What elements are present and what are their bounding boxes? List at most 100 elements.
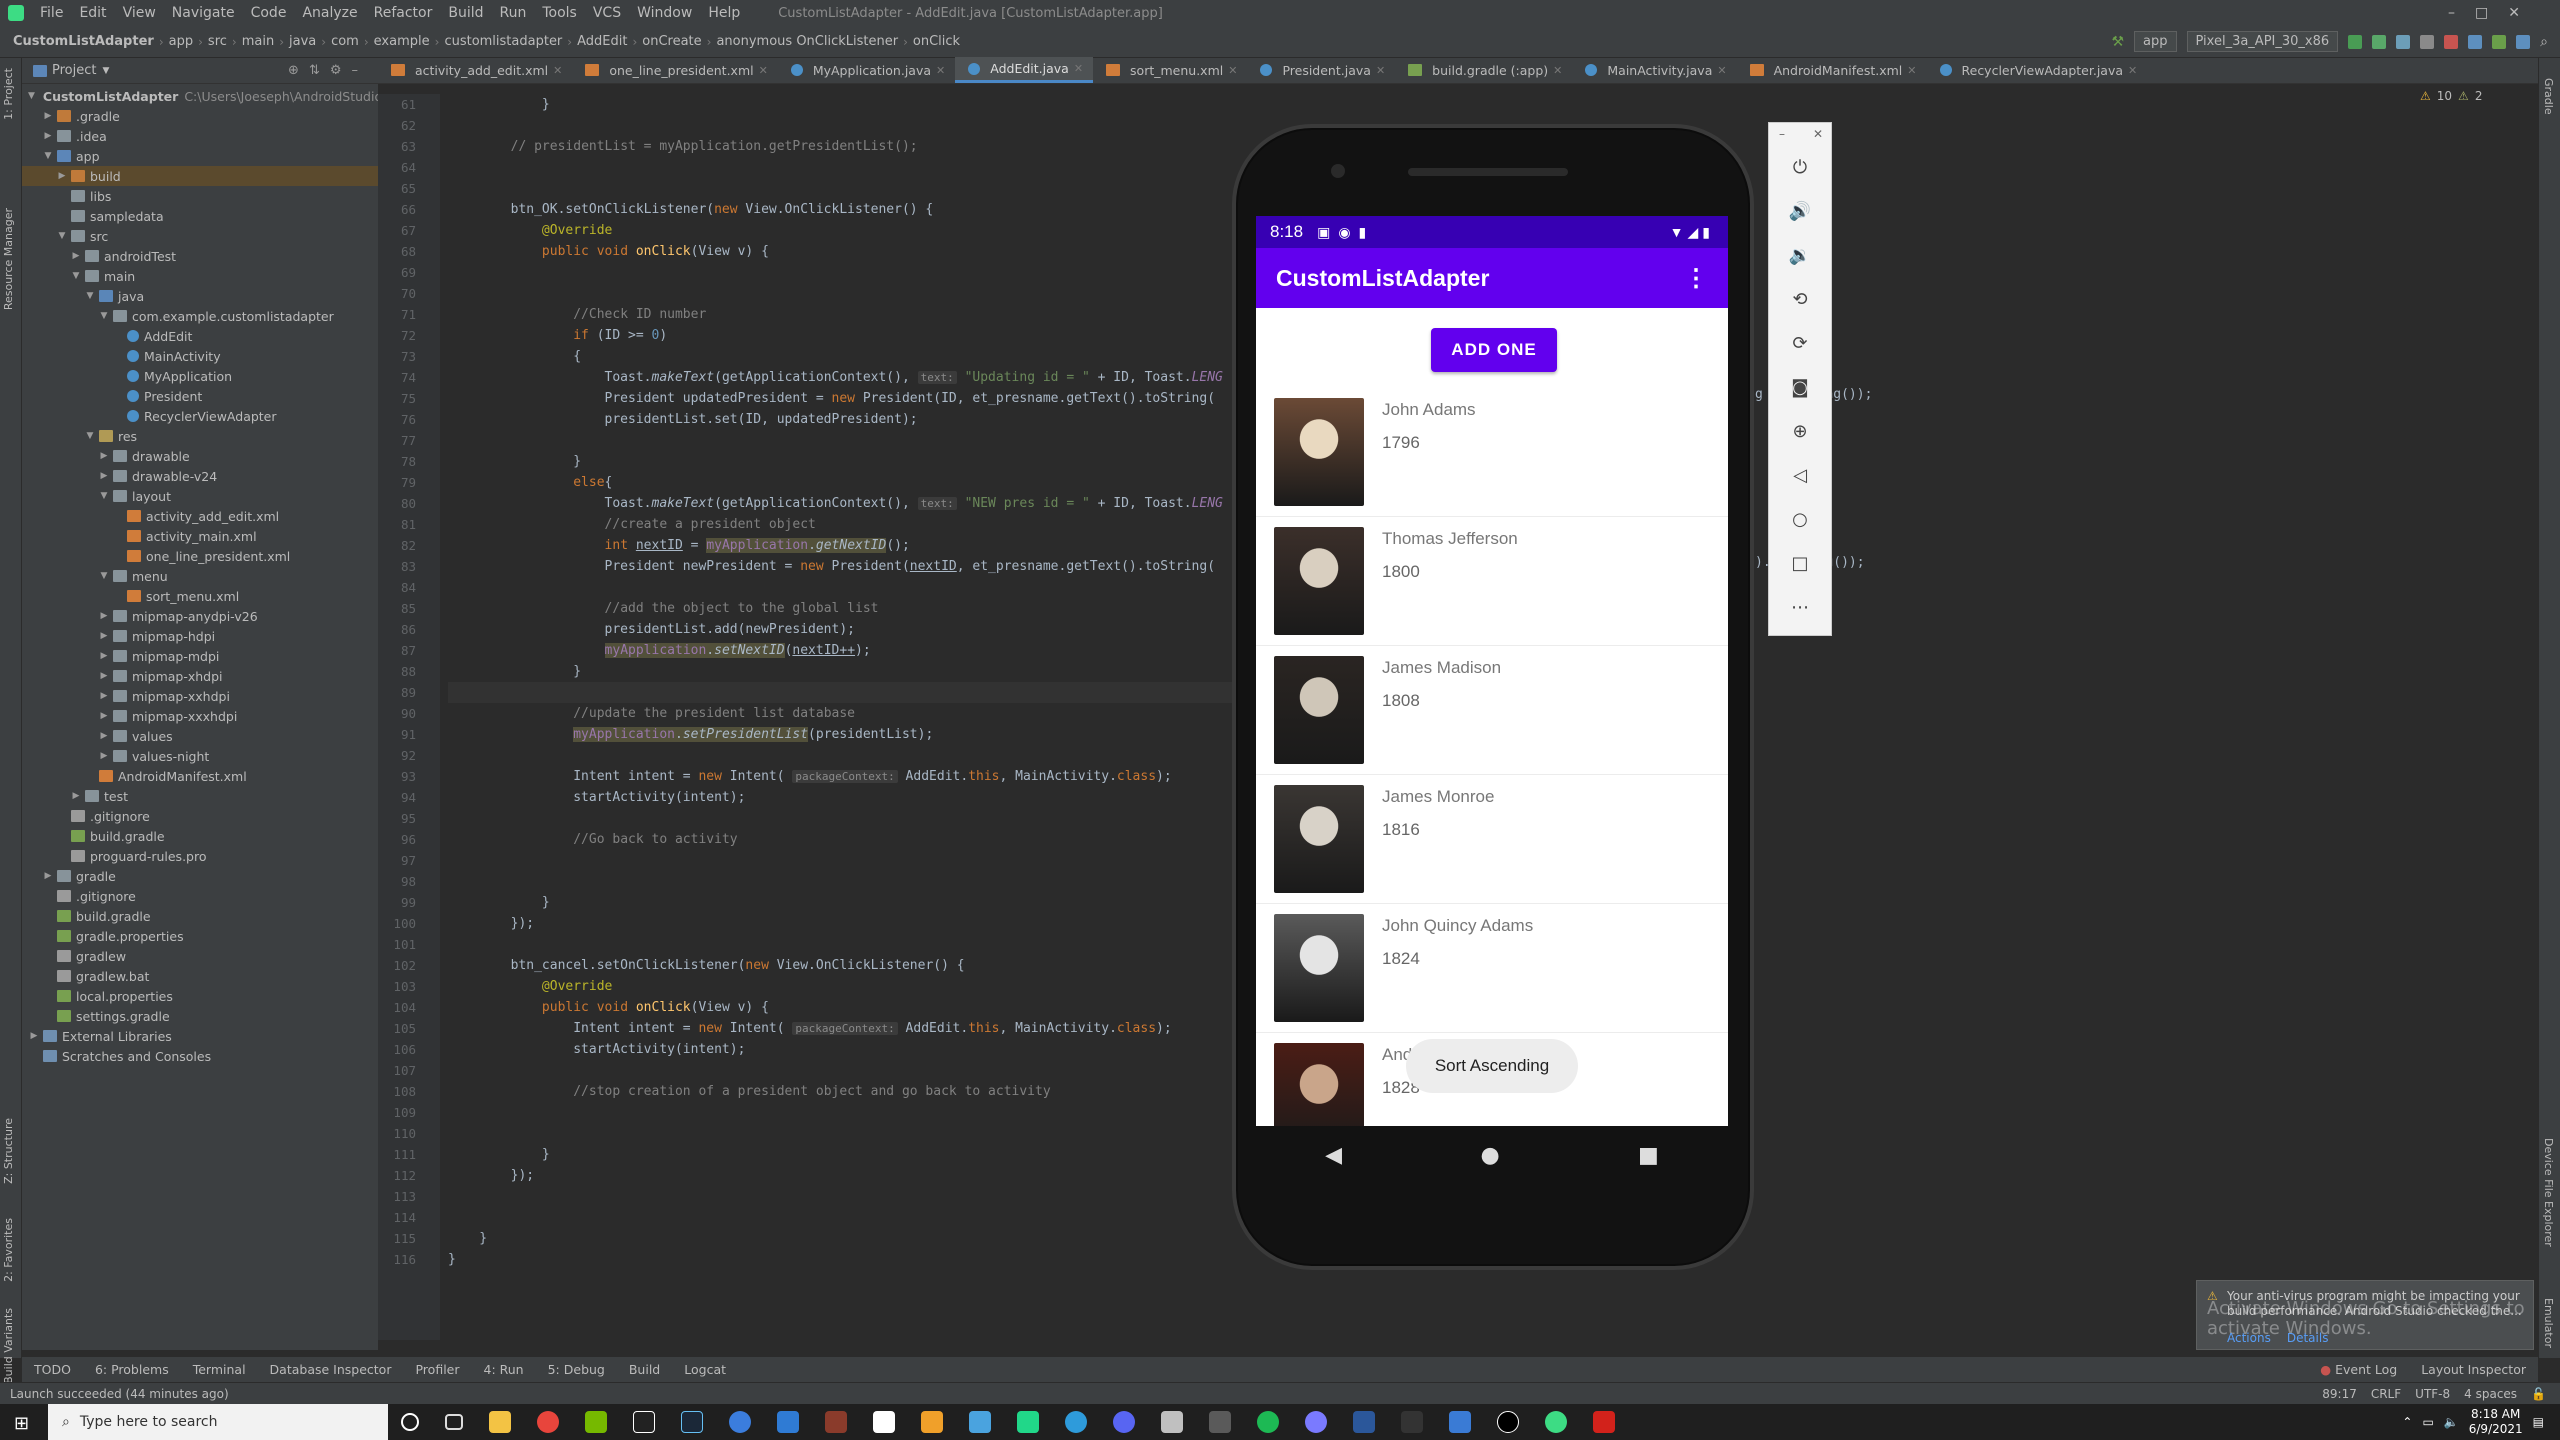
chevron-right-icon[interactable]: ▶ <box>98 671 110 681</box>
tree-item[interactable]: ▼ app <box>22 146 378 166</box>
menu-edit[interactable]: Edit <box>71 5 114 21</box>
breadcrumb-item[interactable]: app <box>164 34 198 49</box>
tree-item[interactable]: local.properties <box>22 986 378 1006</box>
tree-item[interactable]: RecyclerViewAdapter <box>22 406 378 426</box>
tree-item[interactable]: AddEdit <box>22 326 378 346</box>
tree-item[interactable]: one_line_president.xml <box>22 546 378 566</box>
tree-item[interactable]: ▶ values-night <box>22 746 378 766</box>
volume-icon[interactable]: 🔈 <box>2444 1415 2459 1429</box>
project-view-select[interactable]: Project <box>52 63 96 78</box>
tree-item[interactable]: ▶ mipmap-mdpi <box>22 646 378 666</box>
run-config-select[interactable]: app <box>2134 31 2177 52</box>
tree-item[interactable]: ▼ menu <box>22 566 378 586</box>
chevron-down-icon[interactable]: ▼ <box>98 311 110 321</box>
tree-item[interactable]: .gitignore <box>22 886 378 906</box>
cortana-icon[interactable] <box>401 1413 419 1431</box>
tree-item[interactable]: ▼ src <box>22 226 378 246</box>
chevron-down-icon[interactable]: ▼ <box>56 231 68 241</box>
power-icon[interactable]: ⏻ <box>1785 153 1815 183</box>
breadcrumb-item[interactable]: example <box>369 34 435 49</box>
bottom-tool-tab[interactable]: Terminal <box>181 1362 258 1377</box>
favorites-tab[interactable]: 2: Favorites <box>2 1218 15 1282</box>
app-icon[interactable] <box>729 1411 751 1433</box>
chevron-down-icon[interactable]: ▼ <box>84 431 96 441</box>
chevron-right-icon[interactable]: ▶ <box>28 1031 40 1041</box>
menu-help[interactable]: Help <box>700 5 748 21</box>
editor-tab[interactable]: AddEdit.java ✕ <box>955 57 1094 83</box>
menu-file[interactable]: File <box>32 5 71 21</box>
chevron-right-icon[interactable]: ▶ <box>98 471 110 481</box>
menu-vcs[interactable]: VCS <box>585 5 629 21</box>
president-row[interactable]: Thomas Jefferson 1800 <box>1256 517 1728 646</box>
project-tool-tab[interactable]: 1: Project <box>2 68 15 120</box>
steam-icon[interactable] <box>681 1411 703 1433</box>
breadcrumb-item[interactable]: onClick <box>908 34 965 49</box>
chevron-down-icon[interactable]: ▼ <box>42 151 54 161</box>
tree-item[interactable]: Scratches and Consoles <box>22 1046 378 1066</box>
president-row[interactable]: James Monroe 1816 <box>1256 775 1728 904</box>
chevron-down-icon[interactable]: ▼ <box>70 271 82 281</box>
sync-icon[interactable] <box>2468 34 2483 49</box>
chevron-down-icon[interactable]: ▼ <box>84 291 96 301</box>
overflow-menu-icon[interactable]: ⋮ <box>1684 264 1708 293</box>
app-icon[interactable] <box>969 1411 991 1433</box>
tree-item[interactable]: activity_add_edit.xml <box>22 506 378 526</box>
chevron-right-icon[interactable]: ▶ <box>70 791 82 801</box>
code-editor[interactable]: } // presidentList = myApplication.getPr… <box>440 94 1240 1340</box>
chevron-right-icon[interactable]: ▶ <box>98 751 110 761</box>
tree-item[interactable]: AndroidManifest.xml <box>22 766 378 786</box>
editor-tab[interactable]: build.gradle (:app) ✕ <box>1395 57 1572 83</box>
breadcrumb-item[interactable]: java <box>284 34 321 49</box>
debug-icon[interactable] <box>2372 34 2387 49</box>
bottom-tool-tab[interactable]: 4: Run <box>472 1362 536 1377</box>
tree-item[interactable]: gradle.properties <box>22 926 378 946</box>
chevron-down-icon[interactable]: ▼ <box>102 66 109 76</box>
back-icon[interactable]: ◁ <box>1785 461 1815 491</box>
layout-inspector-tab[interactable]: Layout Inspector <box>2409 1362 2538 1377</box>
pycharm-icon[interactable] <box>1017 1411 1039 1433</box>
tree-item[interactable]: libs <box>22 186 378 206</box>
volume-down-icon[interactable]: 🔉 <box>1785 241 1815 271</box>
build-variants-tab[interactable]: Build Variants <box>2 1308 15 1384</box>
overview-icon[interactable]: □ <box>1785 549 1815 579</box>
close-icon[interactable]: ✕ <box>553 64 562 77</box>
edge-icon[interactable] <box>1065 1411 1087 1433</box>
chevron-down-icon[interactable]: ▼ <box>98 491 110 501</box>
windows-start-icon[interactable]: ⊞ <box>14 1413 29 1434</box>
tree-item[interactable]: MainActivity <box>22 346 378 366</box>
mail-icon[interactable] <box>777 1411 799 1433</box>
hammer-icon[interactable]: ⚒ <box>2111 34 2124 50</box>
close-icon[interactable]: ✕ <box>1376 64 1385 77</box>
resource-manager-tab[interactable]: Resource Manager <box>2 208 15 310</box>
editor-tab[interactable]: sort_menu.xml ✕ <box>1093 57 1247 83</box>
maps-icon[interactable] <box>1449 1411 1471 1433</box>
chevron-right-icon[interactable]: ▶ <box>42 131 54 141</box>
menu-view[interactable]: View <box>115 5 164 21</box>
taskbar-search[interactable]: ⌕ Type here to search <box>48 1404 388 1440</box>
tree-item[interactable]: ▶ gradle <box>22 866 378 886</box>
close-icon[interactable]: ✕ <box>2128 64 2137 77</box>
chevron-right-icon[interactable]: ▶ <box>70 251 82 261</box>
close-icon[interactable]: ✕ <box>1907 64 1916 77</box>
structure-tab[interactable]: Z: Structure <box>2 1118 15 1184</box>
tree-item[interactable]: ▶ values <box>22 726 378 746</box>
chevron-down-icon[interactable]: ▼ <box>28 91 35 101</box>
indent-setting[interactable]: 4 spaces <box>2464 1387 2517 1401</box>
nvidia-icon[interactable] <box>585 1411 607 1433</box>
tree-item[interactable]: ▶ test <box>22 786 378 806</box>
editor-tab[interactable]: activity_add_edit.xml ✕ <box>378 57 572 83</box>
close-icon[interactable]: ✕ <box>1074 62 1083 75</box>
run-icon[interactable] <box>2348 34 2363 49</box>
add-one-button[interactable]: ADD ONE <box>1431 328 1557 372</box>
attach-icon[interactable] <box>2420 34 2435 49</box>
close-icon[interactable]: ✕ <box>759 64 768 77</box>
stop-icon[interactable] <box>2444 34 2459 49</box>
zoom-icon[interactable]: ⊕ <box>1785 417 1815 447</box>
chevron-right-icon[interactable]: ▶ <box>98 651 110 661</box>
chevron-right-icon[interactable]: ▶ <box>98 691 110 701</box>
device-select[interactable]: Pixel_3a_API_30_x86 <box>2186 31 2339 52</box>
tree-item[interactable]: ▶ build <box>22 166 378 186</box>
breadcrumb-item[interactable]: AddEdit <box>572 34 632 49</box>
tree-item[interactable]: proguard-rules.pro <box>22 846 378 866</box>
president-row[interactable]: James Madison 1808 <box>1256 646 1728 775</box>
